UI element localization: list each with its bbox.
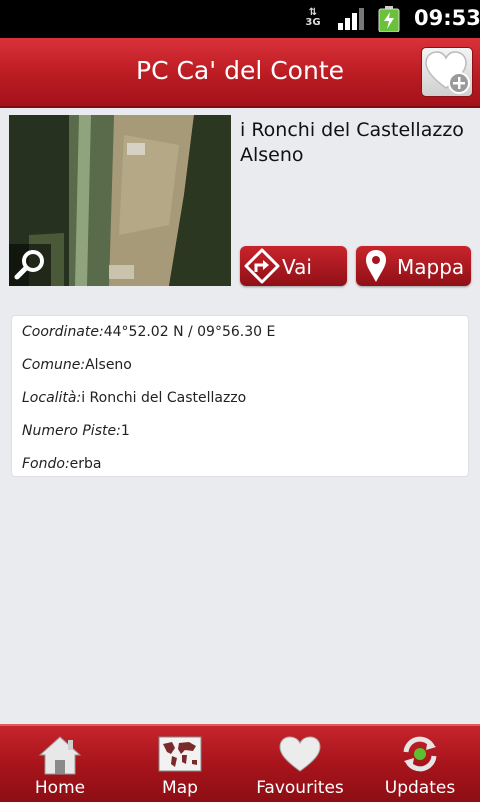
network-3g-icon: ⇅ 3G xyxy=(305,7,321,28)
clock: 09:53 xyxy=(414,6,480,30)
tab-favourites[interactable]: Favourites xyxy=(240,726,360,802)
tab-home[interactable]: Home xyxy=(0,726,120,802)
detail-row-localita: Località:i Ronchi del Castellazzo xyxy=(22,390,246,406)
detail-key: Numero Piste: xyxy=(22,423,121,439)
detail-key: Fondo: xyxy=(22,456,70,472)
vai-button[interactable]: Vai xyxy=(240,246,347,286)
bottom-navigation: Home Map Favourites Updates xyxy=(0,724,480,802)
mappa-button-label: Mappa xyxy=(397,255,465,279)
map-pin-icon xyxy=(366,250,386,282)
detail-row-comune: Comune:Alseno xyxy=(22,357,132,373)
vai-button-label: Vai xyxy=(282,255,312,279)
magnifier-icon xyxy=(14,250,44,280)
home-icon xyxy=(38,736,82,775)
detail-value: 44°52.02 N / 09°56.30 E xyxy=(103,324,276,340)
world-map-icon xyxy=(158,736,202,772)
heart-icon xyxy=(279,736,321,772)
detail-value: erba xyxy=(69,456,102,472)
tab-updates-label: Updates xyxy=(384,778,456,798)
tab-map[interactable]: Map xyxy=(120,726,240,802)
aerial-photo[interactable] xyxy=(9,115,231,286)
detail-value: Alseno xyxy=(85,357,132,373)
detail-row-numero-piste: Numero Piste:1 xyxy=(22,423,130,439)
status-bar: ⇅ 3G 09:53 xyxy=(0,0,480,38)
signal-strength-icon xyxy=(338,8,364,30)
tab-map-label: Map xyxy=(162,778,198,798)
tab-favourites-label: Favourites xyxy=(256,778,344,798)
page-title: PC Ca' del Conte xyxy=(136,56,344,85)
detail-key: Località: xyxy=(22,390,82,406)
title-bar: PC Ca' del Conte xyxy=(0,38,480,108)
detail-row-coordinate: Coordinate:44°52.02 N / 09°56.30 E xyxy=(22,324,275,340)
tab-home-label: Home xyxy=(34,778,86,798)
detail-key: Coordinate: xyxy=(22,324,104,340)
place-town: Alseno xyxy=(240,144,304,166)
heart-add-icon xyxy=(425,51,470,94)
directions-icon xyxy=(244,248,280,284)
battery-charging-icon xyxy=(378,6,400,32)
zoom-photo-button[interactable] xyxy=(9,244,51,286)
place-name: i Ronchi del Castellazzo xyxy=(240,119,464,141)
detail-row-fondo: Fondo:erba xyxy=(22,456,102,472)
mappa-button[interactable]: Mappa xyxy=(356,246,471,286)
details-card: Coordinate:44°52.02 N / 09°56.30 E Comun… xyxy=(12,316,468,476)
detail-value: i Ronchi del Castellazzo xyxy=(81,390,247,406)
detail-value: 1 xyxy=(120,423,130,439)
tab-updates[interactable]: Updates xyxy=(360,726,480,802)
detail-key: Comune: xyxy=(22,357,86,373)
refresh-icon xyxy=(403,736,437,772)
add-favourite-button[interactable] xyxy=(421,47,473,97)
